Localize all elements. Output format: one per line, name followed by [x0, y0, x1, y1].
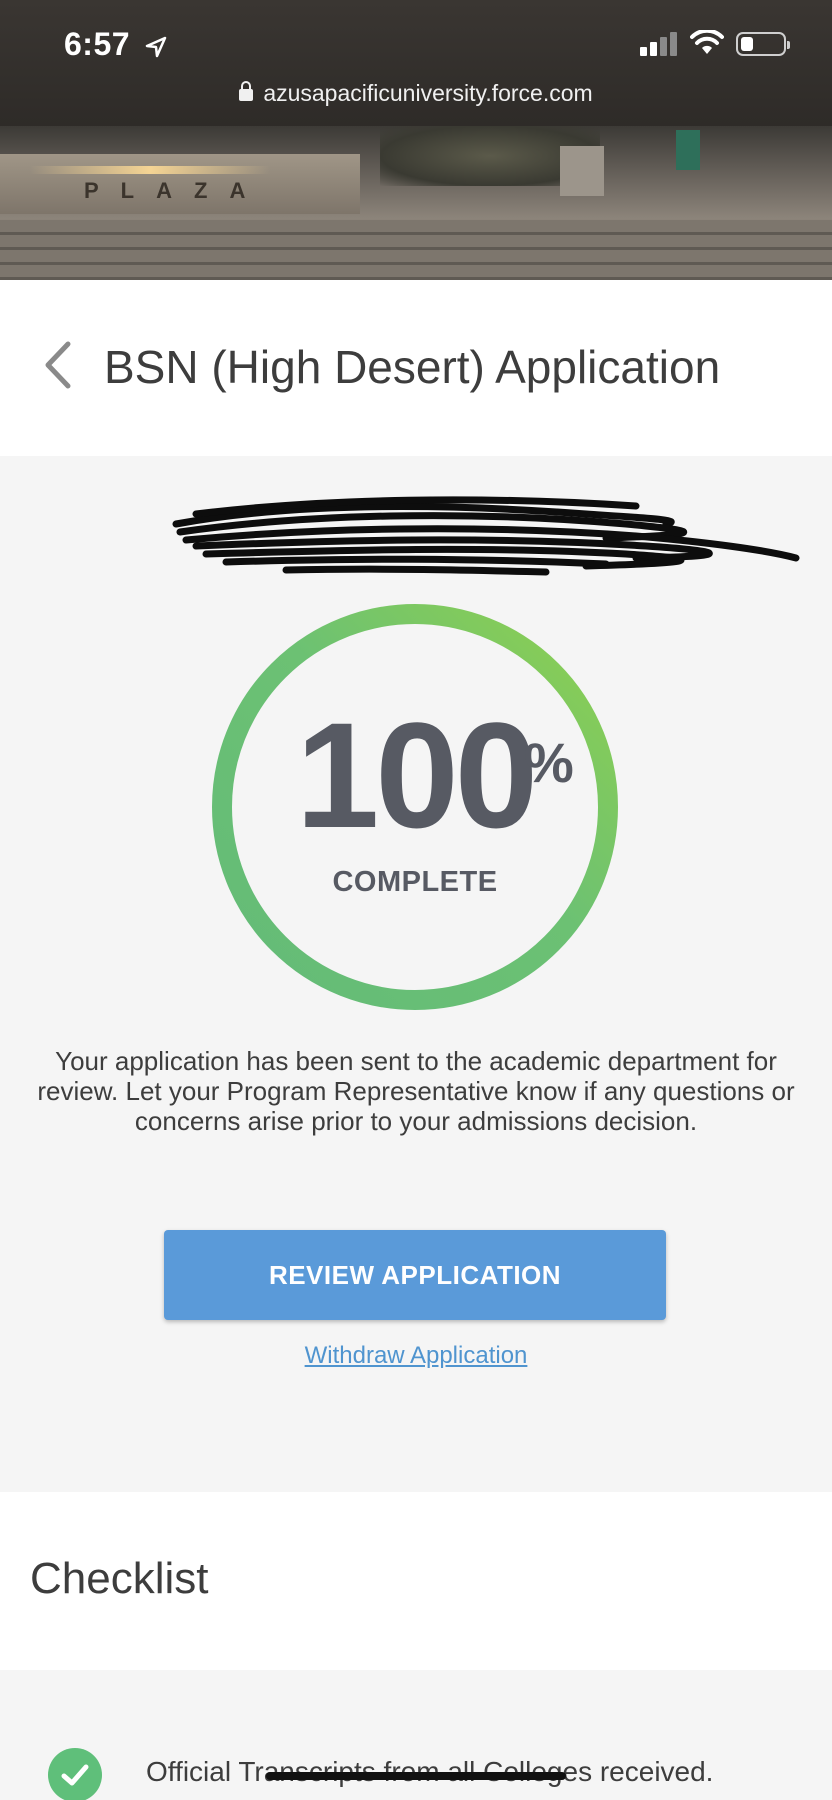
percent-sign: %: [524, 731, 574, 794]
redaction-scribble: [172, 496, 800, 576]
chevron-left-icon[interactable]: [40, 340, 76, 390]
lock-icon: [239, 81, 254, 101]
status-time: 6:57: [64, 26, 167, 63]
wifi-icon: [690, 30, 724, 54]
check-circle-icon: [48, 1748, 102, 1800]
plaza-sign: PLAZA: [84, 178, 268, 203]
status-bar: 6:57 azusapacificuniversity.force.com: [0, 0, 832, 126]
address-bar[interactable]: azusapacificuniversity.force.com: [0, 80, 832, 107]
progress-label: COMPLETE: [332, 866, 498, 898]
checklist-title: Checklist: [30, 1554, 209, 1603]
time-text: 6:57: [64, 26, 131, 62]
review-application-button[interactable]: REVIEW APPLICATION: [164, 1230, 666, 1320]
cellular-signal-icon: [640, 32, 680, 56]
location-arrow-icon: [146, 36, 167, 57]
hero-image: PLAZA: [0, 126, 832, 280]
page-title: BSN (High Desert) Application: [104, 341, 721, 393]
url-text: azusapacificuniversity.force.com: [263, 80, 593, 106]
battery-icon: [736, 32, 790, 56]
withdraw-application-link[interactable]: Withdraw Application: [0, 1342, 832, 1370]
home-indicator: [266, 1772, 566, 1780]
status-message: Your application has been sent to the ac…: [37, 1046, 795, 1136]
